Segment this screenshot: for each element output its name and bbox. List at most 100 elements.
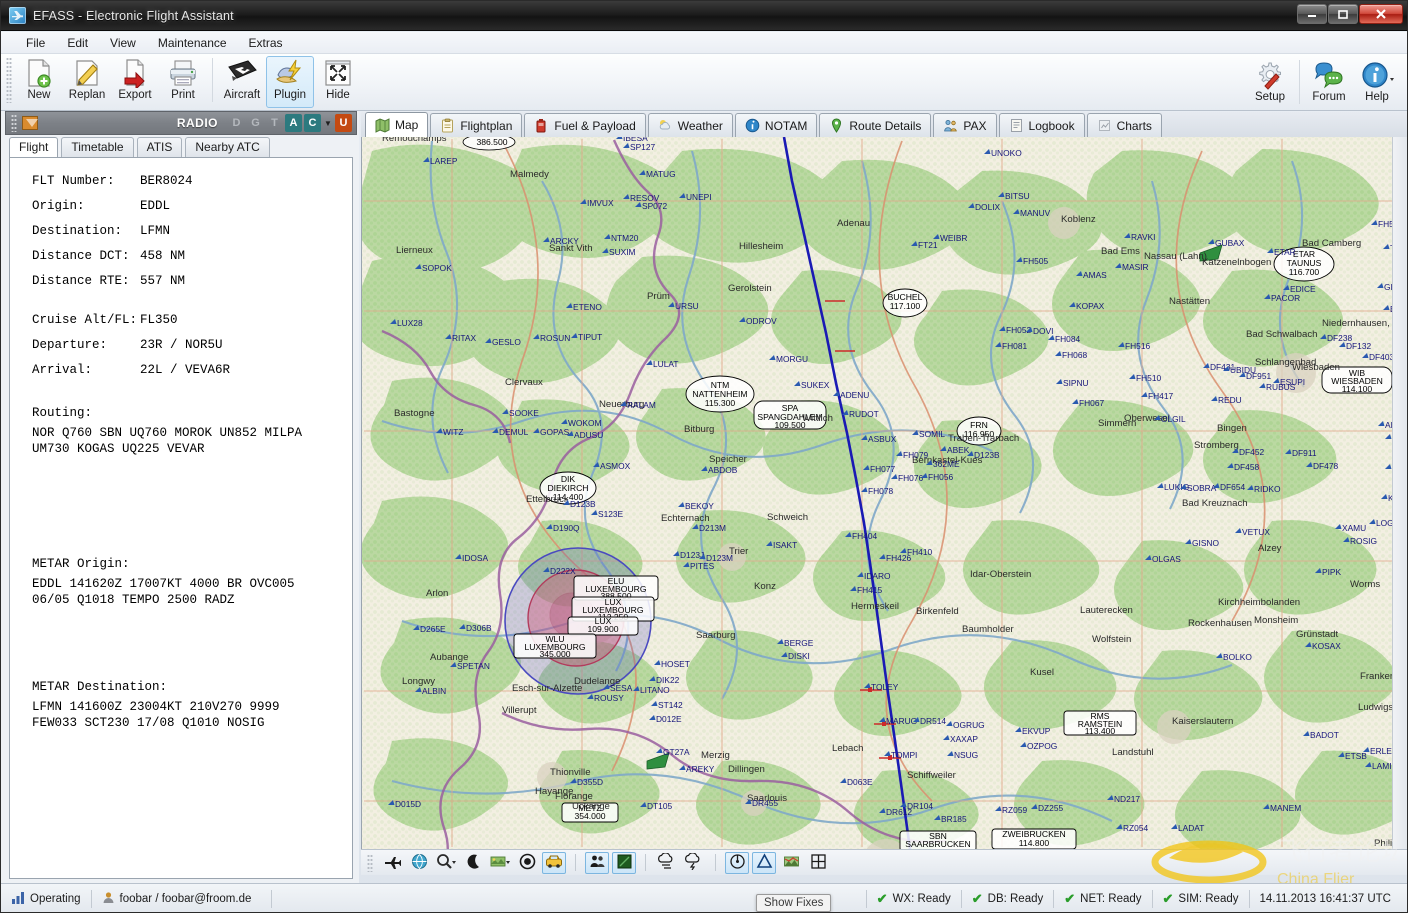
show-grid-button[interactable]: [806, 852, 830, 874]
center-globe-button[interactable]: [407, 852, 431, 874]
radio-chip-t[interactable]: T: [266, 114, 283, 132]
show-aircraft-button[interactable]: [380, 852, 404, 874]
app-icon: [9, 7, 26, 24]
tab-logbook[interactable]: Logbook: [998, 113, 1085, 137]
map-vertical-scrollbar[interactable]: [1392, 137, 1407, 849]
maximize-button[interactable]: [1328, 4, 1358, 24]
map-layer-button[interactable]: [488, 852, 512, 874]
radio-chip-c[interactable]: C: [304, 114, 321, 132]
svg-text:114.800: 114.800: [1019, 838, 1050, 848]
show-airports-button[interactable]: [612, 851, 636, 874]
forum-button-label: Forum: [1312, 91, 1346, 103]
svg-text:345.000: 345.000: [539, 649, 570, 659]
fix-label: LAREP: [430, 156, 458, 166]
fix-label: XAXAP: [950, 734, 978, 744]
help-button[interactable]: Help: [1353, 58, 1401, 110]
tab-map-label: Map: [395, 118, 419, 132]
fix-label: GESLO: [492, 337, 521, 347]
night-mode-button[interactable]: [461, 852, 485, 874]
show-fixes-button[interactable]: [752, 851, 776, 874]
radar-button[interactable]: [515, 852, 539, 874]
fix-label: SP127: [630, 142, 655, 152]
toolbar-grip[interactable]: [6, 57, 12, 103]
airspace-icon: [783, 853, 800, 873]
tab-atis[interactable]: ATIS: [136, 137, 183, 157]
tab-fuel-payload[interactable]: Fuel & Payload: [524, 113, 646, 137]
fix-label: NSUG: [954, 750, 978, 760]
fix-label: PACOR: [1271, 293, 1300, 303]
fix-label: HOSET: [661, 659, 690, 669]
radio-chip-a[interactable]: A: [285, 114, 302, 132]
fix-label: MANUV: [1020, 208, 1051, 218]
flight-info-pane: FLT Number: BER8024 Origin: EDDL Destina…: [9, 157, 353, 879]
check-icon: ✔: [876, 890, 888, 906]
ground-traffic-button[interactable]: [542, 851, 566, 874]
status-sim-label: SIM: Ready: [1178, 892, 1239, 905]
close-button[interactable]: [1359, 4, 1403, 24]
fix-label: GT27A: [663, 747, 690, 757]
map-toolbar-grip[interactable]: [367, 853, 373, 872]
fix-label: DF951: [1246, 371, 1271, 381]
fix-label: FH052: [1006, 325, 1031, 335]
tab-flightplan[interactable]: Flightplan: [430, 113, 523, 137]
fix-label: OLGAS: [1152, 554, 1181, 564]
svg-text:386.500: 386.500: [476, 137, 507, 147]
fix-label: VETUX: [1242, 527, 1270, 537]
tab-nearby-atc[interactable]: Nearby ATC: [185, 137, 270, 157]
user-icon: [102, 891, 115, 907]
show-navaids-button[interactable]: [725, 851, 749, 874]
radio-bar: RADIO D G T A C ▼ U: [5, 111, 357, 135]
hide-button[interactable]: Hide: [314, 56, 362, 108]
radio-panel-icon[interactable]: [22, 116, 38, 130]
menu-view[interactable]: View: [99, 34, 147, 52]
menu-maintenance[interactable]: Maintenance: [147, 34, 238, 52]
radio-chip-d[interactable]: D: [228, 114, 245, 132]
distance-dct-value: 458 NM: [140, 249, 186, 263]
show-traffic-button[interactable]: [585, 851, 609, 874]
cruise-alt-label: Cruise Alt/FL:: [32, 313, 138, 327]
tab-charts[interactable]: Charts: [1086, 113, 1162, 137]
tab-pax[interactable]: PAX: [933, 113, 997, 137]
radio-chip-u[interactable]: U: [335, 114, 352, 132]
fix-label: IDARO: [864, 571, 891, 581]
tab-pax-label: PAX: [963, 118, 987, 133]
tab-route-details-label: Route Details: [849, 118, 922, 133]
fix-label: DZ255: [1038, 803, 1063, 813]
menu-extras[interactable]: Extras: [238, 34, 294, 52]
print-button[interactable]: Print: [159, 56, 207, 108]
fix-label: SOPOK: [422, 263, 452, 273]
export-button[interactable]: Export: [111, 56, 159, 108]
show-storms-button[interactable]: [682, 851, 706, 874]
replan-button[interactable]: Replan: [63, 56, 111, 108]
tab-notam[interactable]: NOTAM: [734, 113, 818, 137]
tab-timetable[interactable]: Timetable: [61, 137, 134, 157]
plugin-button[interactable]: Plugin: [266, 56, 314, 108]
minimize-button[interactable]: [1297, 4, 1327, 24]
menu-edit[interactable]: Edit: [56, 34, 99, 52]
tab-map[interactable]: Map: [365, 112, 429, 137]
navaid-box: 386.500: [462, 137, 516, 151]
show-airspace-button[interactable]: [779, 852, 803, 874]
status-sim: ✔ SIM: Ready: [1153, 889, 1249, 909]
tab-weather[interactable]: Weather: [647, 113, 733, 137]
show-winds-button[interactable]: [655, 851, 679, 874]
forum-button[interactable]: Forum: [1305, 58, 1353, 110]
chevron-down-icon[interactable]: ▼: [323, 114, 333, 132]
fix-label: ABEK: [947, 445, 970, 455]
map-render[interactable]: NTM NATTENHEIM 115.300 SPA SPANGDAHLEM 1…: [362, 137, 1407, 849]
zoom-button[interactable]: [434, 852, 458, 874]
map-canvas[interactable]: NTM NATTENHEIM 115.300 SPA SPANGDAHLEM 1…: [361, 137, 1407, 849]
charts-icon: [1097, 118, 1112, 133]
tab-route-details[interactable]: Route Details: [819, 113, 932, 137]
new-button[interactable]: New: [15, 56, 63, 108]
metar-origin-title: METAR Origin:: [32, 557, 130, 571]
city-label: Merzig: [701, 750, 730, 761]
menu-file[interactable]: File: [15, 34, 56, 52]
radio-chip-g[interactable]: G: [247, 114, 264, 132]
aircraft-button[interactable]: Aircraft: [218, 56, 266, 108]
airplane-icon: [384, 853, 402, 873]
radio-bar-grip[interactable]: [11, 114, 17, 132]
tab-flight[interactable]: Flight: [9, 137, 59, 158]
fix-label: EKVUP: [1022, 726, 1051, 736]
setup-button[interactable]: Setup: [1246, 58, 1294, 110]
